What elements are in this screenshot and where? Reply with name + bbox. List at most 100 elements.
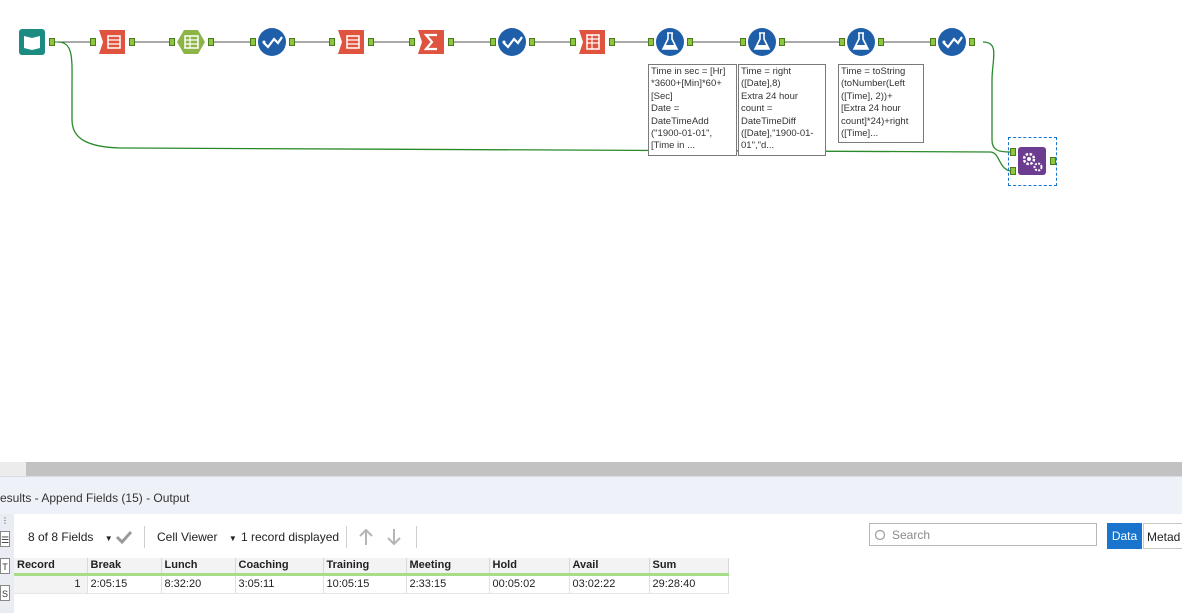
arrow-down-icon[interactable] bbox=[386, 528, 402, 546]
output-anchor[interactable] bbox=[448, 38, 454, 46]
table-cell[interactable]: 8:32:20 bbox=[161, 574, 236, 594]
multi-field-formula-tool-2[interactable] bbox=[497, 27, 527, 57]
checkmark-icon[interactable] bbox=[115, 530, 133, 544]
multi-field-formula-tool-1[interactable] bbox=[257, 27, 287, 57]
metadata-tab-button[interactable]: Metad bbox=[1143, 523, 1182, 549]
input-anchor[interactable] bbox=[839, 38, 845, 46]
column-header[interactable]: Coaching bbox=[235, 558, 324, 576]
input-anchor[interactable] bbox=[90, 38, 96, 46]
input-data-tool[interactable] bbox=[17, 27, 47, 57]
cell-viewer-dropdown[interactable]: Cell Viewer ▼ bbox=[157, 530, 237, 544]
table-cell[interactable]: 2:05:15 bbox=[87, 574, 162, 594]
formula-tool-2[interactable] bbox=[747, 27, 777, 57]
data-tab-button[interactable]: Data bbox=[1107, 523, 1142, 549]
column-header[interactable]: Meeting bbox=[406, 558, 490, 576]
grid-header-row: Record Break Lunch Coaching Training Mee… bbox=[14, 558, 729, 576]
anchor-s-button[interactable]: S bbox=[0, 585, 10, 601]
table-cell[interactable]: 2:33:15 bbox=[406, 574, 490, 594]
output-anchor[interactable] bbox=[289, 38, 295, 46]
transpose-tool[interactable] bbox=[577, 27, 607, 57]
results-grid: Record Break Lunch Coaching Training Mee… bbox=[14, 558, 729, 594]
output-anchor[interactable] bbox=[49, 38, 55, 46]
record-number-cell[interactable]: 1 bbox=[14, 574, 88, 594]
scrollbar-thumb[interactable] bbox=[26, 462, 1182, 476]
output-anchor[interactable] bbox=[687, 38, 693, 46]
input-anchor[interactable] bbox=[930, 38, 936, 46]
input-anchor[interactable] bbox=[169, 38, 175, 46]
toolbar-divider bbox=[346, 526, 347, 548]
table-cell[interactable]: 00:05:02 bbox=[489, 574, 570, 594]
input-anchor[interactable] bbox=[490, 38, 496, 46]
output-anchor[interactable] bbox=[779, 38, 785, 46]
input-anchor[interactable] bbox=[329, 38, 335, 46]
table-cell[interactable]: 29:28:40 bbox=[649, 574, 729, 594]
input-anchor[interactable] bbox=[409, 38, 415, 46]
caret-down-icon: ▼ bbox=[228, 534, 237, 543]
output-anchor[interactable] bbox=[529, 38, 535, 46]
input-anchor[interactable] bbox=[648, 38, 654, 46]
table-cell[interactable]: 03:02:22 bbox=[569, 574, 650, 594]
column-header[interactable]: Lunch bbox=[161, 558, 236, 576]
records-count: 1 record displayed bbox=[241, 530, 340, 544]
list-view-icon[interactable]: ☰ bbox=[0, 531, 10, 547]
gears-icon bbox=[1018, 147, 1046, 175]
table-cell[interactable]: 10:05:15 bbox=[323, 574, 407, 594]
append-source-anchor[interactable] bbox=[1010, 167, 1016, 175]
caret-down-icon: ▼ bbox=[104, 534, 113, 543]
connection-lines bbox=[54, 41, 1011, 172]
formula-tool-1[interactable] bbox=[655, 27, 685, 57]
search-input[interactable] bbox=[890, 526, 1094, 544]
check-icon bbox=[938, 28, 966, 56]
append-fields-tool[interactable] bbox=[1017, 146, 1047, 176]
output-anchor[interactable] bbox=[878, 38, 884, 46]
formula-tool-3[interactable] bbox=[846, 27, 876, 57]
target-connection-line bbox=[982, 41, 1011, 153]
fields-dropdown[interactable]: 8 of 8 Fields ▼ bbox=[28, 530, 113, 544]
cleanse-icon bbox=[177, 30, 205, 54]
output-anchor[interactable] bbox=[969, 38, 975, 46]
append-target-anchor[interactable] bbox=[1010, 148, 1016, 156]
table-row[interactable]: 1 2:05:15 8:32:20 3:05:11 10:05:15 2:33:… bbox=[14, 574, 729, 594]
select-tool-1[interactable] bbox=[97, 27, 127, 57]
anchor-t-button[interactable]: T bbox=[0, 558, 10, 574]
column-header[interactable]: Record bbox=[14, 558, 88, 576]
results-title: esults - Append Fields (15) - Output bbox=[0, 491, 190, 505]
input-anchor[interactable] bbox=[570, 38, 576, 46]
data-cleansing-tool[interactable] bbox=[176, 27, 206, 57]
input-anchor[interactable] bbox=[250, 38, 256, 46]
results-side-strip: ⋮ ☰ T S bbox=[0, 514, 14, 613]
table-cell[interactable]: 3:05:11 bbox=[235, 574, 324, 594]
workflow-canvas[interactable]: Time in sec = [Hr] *3600+[Min]*60+ [Sec]… bbox=[0, 0, 1182, 462]
output-anchor[interactable] bbox=[129, 38, 135, 46]
check-icon bbox=[258, 28, 286, 56]
select-tool-2[interactable] bbox=[336, 27, 366, 57]
output-anchor[interactable] bbox=[609, 38, 615, 46]
toolbar-divider bbox=[416, 526, 417, 548]
multi-field-formula-tool-3[interactable] bbox=[937, 27, 967, 57]
input-anchor[interactable] bbox=[740, 38, 746, 46]
formula-annotation: Time = right ([Date],8) Extra 24 hour co… bbox=[738, 64, 826, 156]
sigma-icon bbox=[418, 30, 444, 54]
append-output-anchor[interactable] bbox=[1050, 157, 1056, 165]
formula-annotation: Time in sec = [Hr] *3600+[Min]*60+ [Sec]… bbox=[648, 64, 737, 156]
output-anchor[interactable] bbox=[208, 38, 214, 46]
arrow-up-icon[interactable] bbox=[358, 528, 374, 546]
book-icon bbox=[19, 29, 45, 55]
column-header[interactable]: Training bbox=[323, 558, 407, 576]
cell-viewer-label: Cell Viewer bbox=[157, 530, 218, 544]
output-anchor[interactable] bbox=[368, 38, 374, 46]
check-icon bbox=[498, 28, 526, 56]
flask-icon bbox=[656, 28, 684, 56]
summarize-tool[interactable] bbox=[416, 27, 446, 57]
flask-icon bbox=[847, 28, 875, 56]
column-header[interactable]: Break bbox=[87, 558, 162, 576]
grip-icon: ⋮ bbox=[1, 516, 9, 525]
column-header[interactable]: Sum bbox=[649, 558, 729, 576]
transpose-icon bbox=[579, 30, 605, 54]
select-icon bbox=[338, 30, 364, 54]
toolbar-divider bbox=[144, 526, 145, 548]
column-header[interactable]: Avail bbox=[569, 558, 650, 576]
column-header[interactable]: Hold bbox=[489, 558, 570, 576]
search-box bbox=[869, 523, 1097, 546]
canvas-horizontal-scrollbar[interactable] bbox=[0, 462, 1182, 476]
